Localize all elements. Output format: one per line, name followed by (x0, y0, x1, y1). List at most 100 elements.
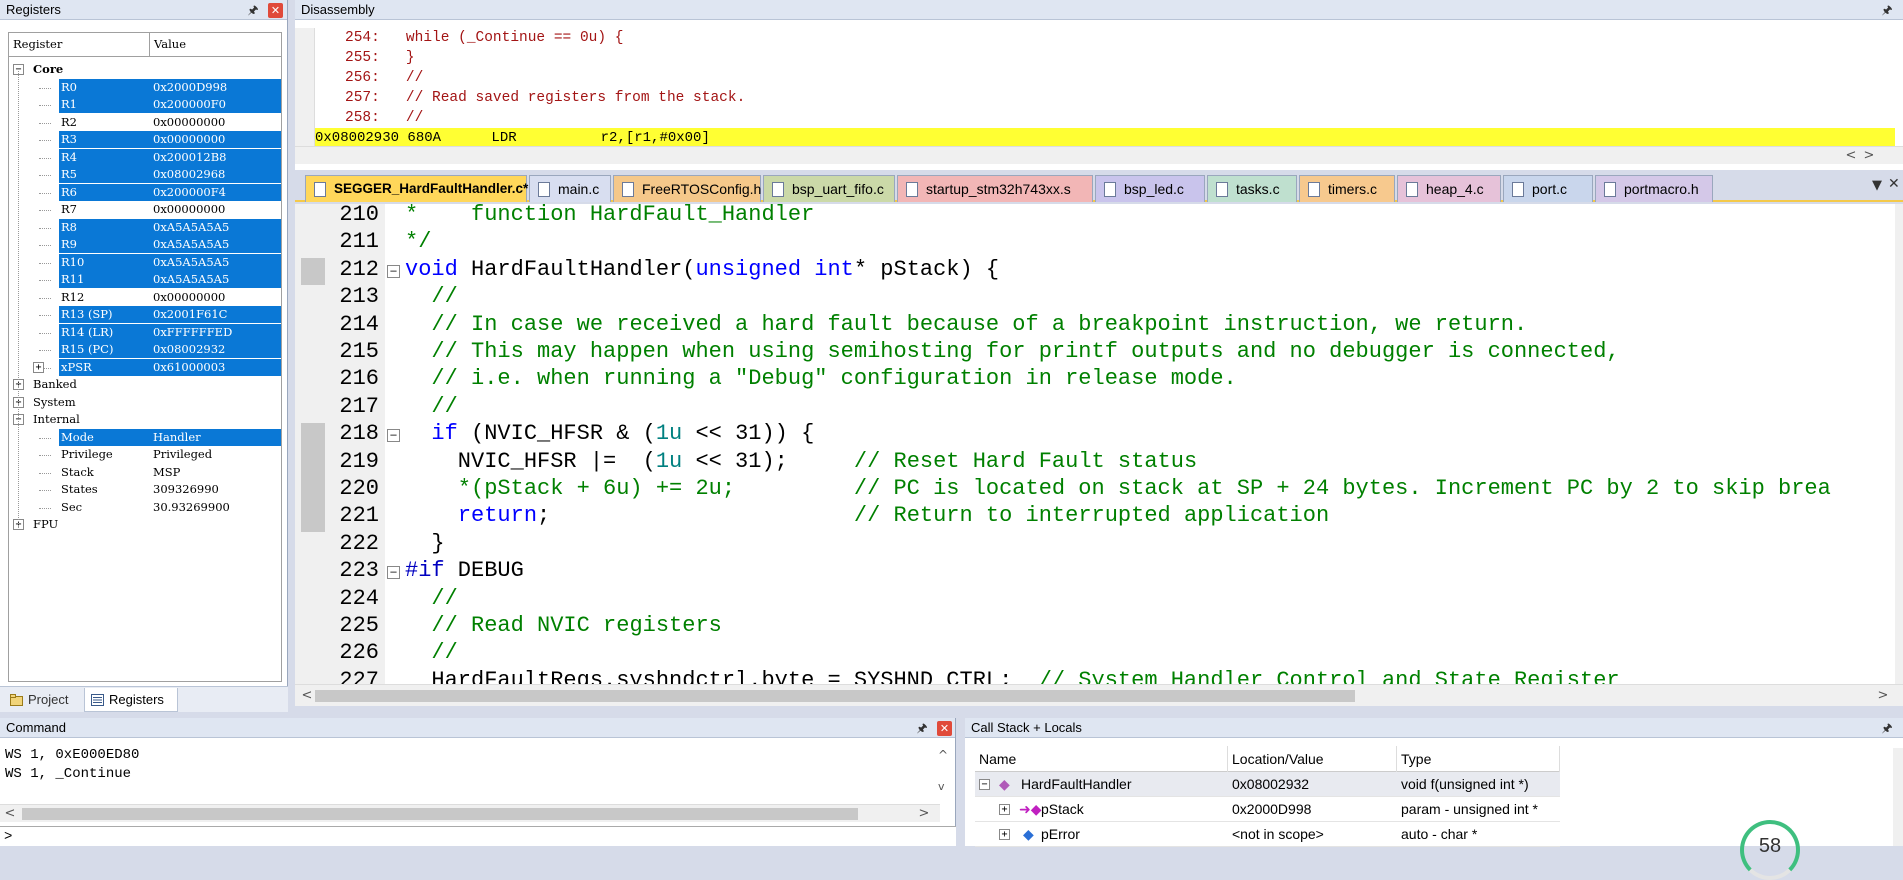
code-line[interactable]: // i.e. when running a "Debug" configura… (405, 365, 1236, 392)
fold-collapse-icon[interactable]: − (387, 566, 400, 579)
register-value[interactable]: Handler (153, 429, 201, 447)
register-value[interactable]: 0xA5A5A5A5 (153, 271, 229, 289)
editor-hscrollbar[interactable]: < > (295, 684, 1903, 706)
code-line[interactable]: // (405, 393, 457, 420)
register-group-system[interactable]: + System (9, 394, 281, 412)
code-line[interactable]: // (405, 283, 457, 310)
disassembly-hscrollbar[interactable]: < > (295, 146, 1903, 164)
code-line[interactable]: NVIC_HFSR |= (1u << 31); // Reset Hard F… (405, 448, 1197, 475)
code-line[interactable]: } (405, 530, 444, 557)
register-row[interactable]: R0 0x2000D998 (9, 78, 281, 97)
scroll-right-icon[interactable]: > (1861, 147, 1877, 165)
register-value[interactable]: 0x00000000 (153, 114, 225, 132)
register-value[interactable]: 0x08002932 (153, 341, 225, 359)
pin-icon[interactable]: 🖈 (245, 2, 261, 18)
callstack-row[interactable]: + ➜◆ pStack 0x2000D998 param - unsigned … (975, 797, 1560, 822)
register-row[interactable]: R7 0x00000000 (9, 201, 281, 219)
register-value[interactable]: 0xA5A5A5A5 (153, 236, 229, 254)
editor-tab[interactable]: tasks.c (1207, 175, 1297, 202)
editor-vscrollbar[interactable] (1895, 204, 1903, 684)
register-group-core[interactable]: − Core (9, 61, 281, 79)
editor-tab[interactable]: heap_4.c (1397, 175, 1501, 202)
code-line[interactable]: if (NVIC_HFSR & (1u << 31)) { (405, 420, 814, 447)
code-line[interactable]: HardFaultRegs.syshndctrl.byte = SYSHND_C… (405, 667, 1619, 684)
register-value[interactable]: 0x61000003 (153, 359, 225, 377)
register-row[interactable]: R14 (LR) 0xFFFFFFED (9, 323, 281, 342)
fold-collapse-icon[interactable]: − (387, 265, 400, 278)
register-value[interactable]: 0x00000000 (153, 201, 225, 219)
callstack-row[interactable]: − ◆ HardFaultHandler 0x08002932 void f(u… (975, 772, 1560, 797)
code-editor[interactable]: 210 211 212 213 214 215 216 217 218 219 220 221 222 2… (295, 202, 1903, 706)
command-input[interactable]: > (0, 826, 956, 846)
code-line[interactable]: void HardFaultHandler(unsigned int* pSta… (405, 256, 999, 283)
editor-tab[interactable]: timers.c (1299, 175, 1395, 202)
code-line[interactable]: */ (405, 228, 431, 255)
register-value[interactable]: 0x2000D998 (153, 79, 227, 97)
code-line[interactable]: *(pStack + 6u) += 2u; // PC is located o… (405, 475, 1831, 502)
callstack-pin-icon[interactable]: 🖈 (1879, 720, 1895, 736)
register-row[interactable]: R8 0xA5A5A5A5 (9, 218, 281, 237)
editor-tab[interactable]: port.c (1503, 175, 1593, 202)
tab-project[interactable]: Project (4, 688, 76, 712)
editor-tab[interactable]: bsp_led.c (1095, 175, 1205, 202)
register-group-banked[interactable]: + Banked (9, 376, 281, 394)
register-value[interactable]: 30.93269900 (153, 499, 230, 517)
register-value[interactable]: 0x200000F0 (153, 96, 226, 114)
register-group-fpu[interactable]: + FPU (9, 516, 281, 534)
register-row[interactable]: R10 0xA5A5A5A5 (9, 253, 281, 272)
command-close-icon[interactable]: ✕ (937, 721, 952, 736)
code-line[interactable]: // In case we received a hard fault beca… (405, 311, 1527, 338)
register-row[interactable]: Mode Handler (9, 428, 281, 447)
editor-hscroll-thumb[interactable] (315, 690, 1355, 702)
register-row[interactable]: R3 0x00000000 (9, 131, 281, 149)
code-line[interactable]: * function HardFault_Handler (405, 204, 814, 228)
register-value[interactable]: 0xA5A5A5A5 (153, 254, 229, 272)
register-row[interactable]: States 309326990 (9, 481, 281, 499)
column-type[interactable]: Type (1397, 746, 1560, 772)
command-pin-icon[interactable]: 🖈 (914, 720, 930, 736)
register-value[interactable]: 0x200012B8 (153, 149, 226, 167)
close-icon[interactable]: ✕ (268, 3, 283, 18)
column-value[interactable]: Value (150, 33, 186, 56)
scroll-right-icon[interactable]: > (916, 805, 932, 823)
register-value[interactable]: MSP (153, 464, 180, 482)
editor-tab[interactable]: bsp_uart_fifo.c (763, 175, 895, 202)
register-row[interactable]: Stack MSP (9, 464, 281, 482)
tab-close-icon[interactable]: ✕ (1888, 176, 1900, 192)
expand-icon[interactable]: + (33, 361, 44, 373)
register-row[interactable]: R11 0xA5A5A5A5 (9, 271, 281, 289)
expand-icon[interactable]: + (995, 822, 1015, 847)
code-line[interactable]: #if DEBUG (405, 557, 524, 584)
register-group-internal[interactable]: − Internal (9, 411, 281, 429)
editor-tab[interactable]: portmacro.h (1595, 175, 1713, 202)
editor-code-area[interactable]: * function HardFault_Handler */void HardF… (405, 204, 1895, 684)
scroll-left-icon[interactable]: < (299, 687, 315, 705)
code-line[interactable]: // (405, 639, 457, 666)
register-row[interactable]: Privilege Privileged (9, 446, 281, 464)
register-value[interactable]: 0x00000000 (153, 131, 225, 149)
callstack-vscrollbar[interactable] (1893, 748, 1903, 846)
scroll-right-icon[interactable]: > (1875, 687, 1891, 705)
register-value[interactable]: 0x2001F61C (153, 306, 227, 324)
register-value[interactable]: Privileged (153, 446, 212, 464)
editor-tab[interactable]: main.c (529, 175, 611, 202)
editor-tab[interactable]: startup_stm32h743xx.s (897, 175, 1093, 202)
register-value[interactable]: 0xFFFFFFED (153, 324, 232, 342)
command-hscroll-thumb[interactable] (22, 808, 858, 820)
column-name[interactable]: Name (975, 746, 1228, 772)
register-row[interactable]: R5 0x08002968 (9, 166, 281, 184)
command-hscrollbar[interactable]: < > (0, 804, 940, 822)
register-row[interactable]: R9 0xA5A5A5A5 (9, 236, 281, 254)
scroll-down-icon[interactable]: v (938, 780, 945, 793)
register-value[interactable]: 0x00000000 (153, 289, 225, 307)
register-row[interactable]: R6 0x200000F4 (9, 183, 281, 202)
register-value[interactable]: 0x08002968 (153, 166, 225, 184)
disassembly-pin-icon[interactable]: 🖈 (1879, 2, 1895, 18)
editor-tab[interactable]: FreeRTOSConfig.h (613, 175, 761, 202)
column-register[interactable]: Register (9, 33, 150, 56)
register-value[interactable]: 0xA5A5A5A5 (153, 219, 229, 237)
register-row[interactable]: R2 0x00000000 (9, 114, 281, 132)
code-line[interactable]: // This may happen when using semihostin… (405, 338, 1619, 365)
code-line[interactable]: return; // Return to interrupted applica… (405, 502, 1329, 529)
register-value[interactable]: 309326990 (153, 481, 219, 499)
